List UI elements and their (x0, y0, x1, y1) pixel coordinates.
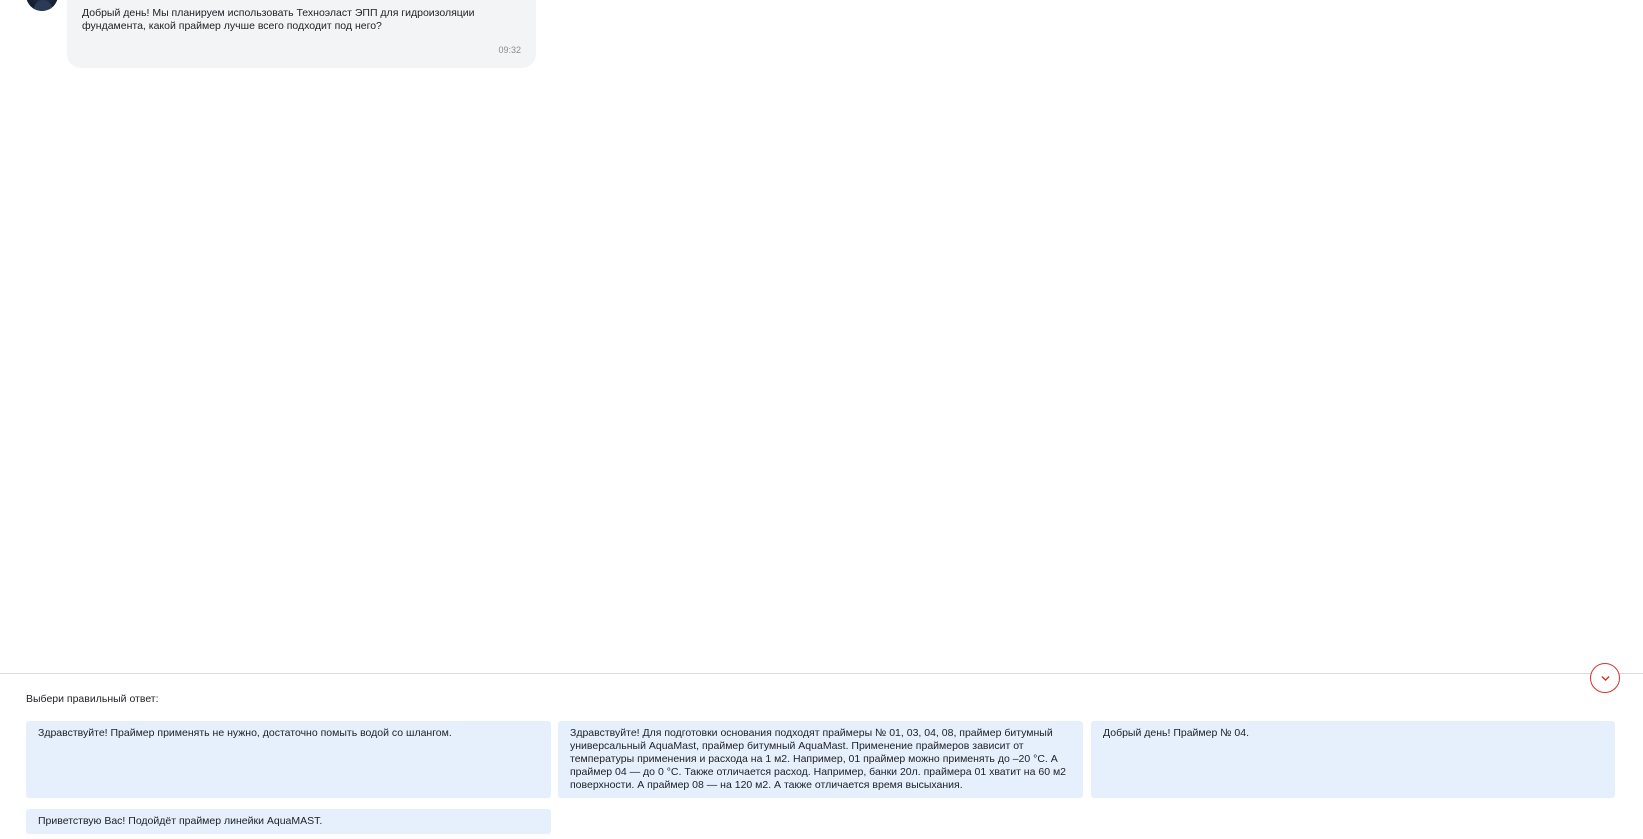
scroll-down-button[interactable] (1590, 663, 1620, 693)
answer-option-2[interactable]: Здравствуйте! Для подготовки основания п… (558, 721, 1083, 798)
answer-option-4[interactable]: Приветствую Вас! Подойдёт праймер линейк… (26, 809, 551, 834)
chat-page: Добрый день! Мы планируем использовать Т… (0, 0, 1643, 839)
chevron-down-icon (1601, 675, 1609, 681)
message-text: Добрый день! Мы планируем использовать Т… (82, 7, 475, 32)
chat-area: Добрый день! Мы планируем использовать Т… (0, 0, 1643, 673)
answer-option-3[interactable]: Добрый день! Праймер № 04. (1091, 721, 1615, 798)
avatar (26, 0, 58, 11)
message-time: 09:32 (498, 45, 521, 55)
answer-panel: Выбери правильный ответ: Здравствуйте! П… (0, 663, 1643, 839)
answer-prompt: Выбери правильный ответ: (26, 693, 159, 705)
answer-option-1[interactable]: Здравствуйте! Праймер применять не нужно… (26, 721, 551, 798)
message-bubble: Добрый день! Мы планируем использовать Т… (67, 0, 536, 68)
avatar-figure (34, 0, 52, 11)
